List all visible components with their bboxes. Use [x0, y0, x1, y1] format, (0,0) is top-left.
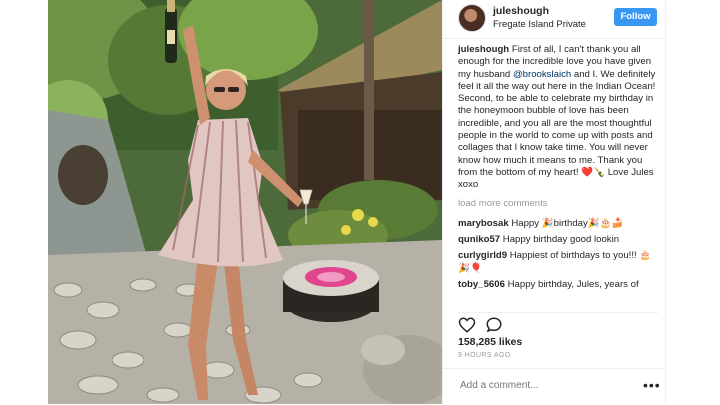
comment-username[interactable]: toby_5606 [458, 279, 505, 290]
likes-count[interactable]: 158,285 likes [458, 336, 522, 348]
list-item: marybosak Happy 🎉birthday🎉🎂🍰 [458, 218, 658, 230]
add-comment-bar: ••• [443, 368, 665, 405]
comments-list[interactable]: juleshough First of all, I can't thank y… [458, 44, 658, 306]
comment-username[interactable]: marybosak [458, 218, 509, 229]
post-photo[interactable] [48, 0, 442, 404]
post-caption: juleshough First of all, I can't thank y… [458, 44, 658, 192]
load-more-comments[interactable]: load more comments [458, 198, 658, 210]
comment-text: Happy birthday good lookin [500, 234, 620, 246]
comment-text: Happy birthday, Jules, years of [504, 279, 639, 291]
post-header: juleshough Fregate Island Private Follow [443, 0, 665, 39]
avatar[interactable] [458, 4, 486, 32]
list-item: toby_5606 Happy birthday, Jules, years o… [458, 279, 658, 291]
post-actions [458, 312, 658, 333]
comment-icon[interactable] [485, 316, 503, 334]
list-item: quniko57 Happy birthday good lookin [458, 234, 658, 246]
comment-username[interactable]: quniko57 [458, 234, 500, 245]
comment-input[interactable] [458, 379, 632, 392]
post-side-panel: juleshough Fregate Island Private Follow… [442, 0, 666, 404]
more-options-icon[interactable]: ••• [643, 377, 661, 393]
follow-button[interactable]: Follow [614, 8, 657, 26]
caption-text-part2: and I. We definitely feel it all the way… [458, 68, 656, 191]
location-link[interactable]: Fregate Island Private [493, 19, 586, 30]
username-link[interactable]: juleshough [493, 5, 549, 17]
caption-mention[interactable]: @brookslaich [513, 69, 571, 80]
caption-username[interactable]: juleshough [458, 44, 509, 55]
heart-icon[interactable] [458, 316, 476, 334]
comment-username[interactable]: curlygirld9 [458, 250, 507, 261]
post-timestamp: 9 HOURS AGO [458, 352, 511, 359]
post-photo-image [48, 0, 442, 404]
list-item: curlygirld9 Happiest of birthdays to you… [458, 250, 658, 275]
comment-text: Happy 🎉birthday🎉🎂🍰 [508, 217, 624, 229]
